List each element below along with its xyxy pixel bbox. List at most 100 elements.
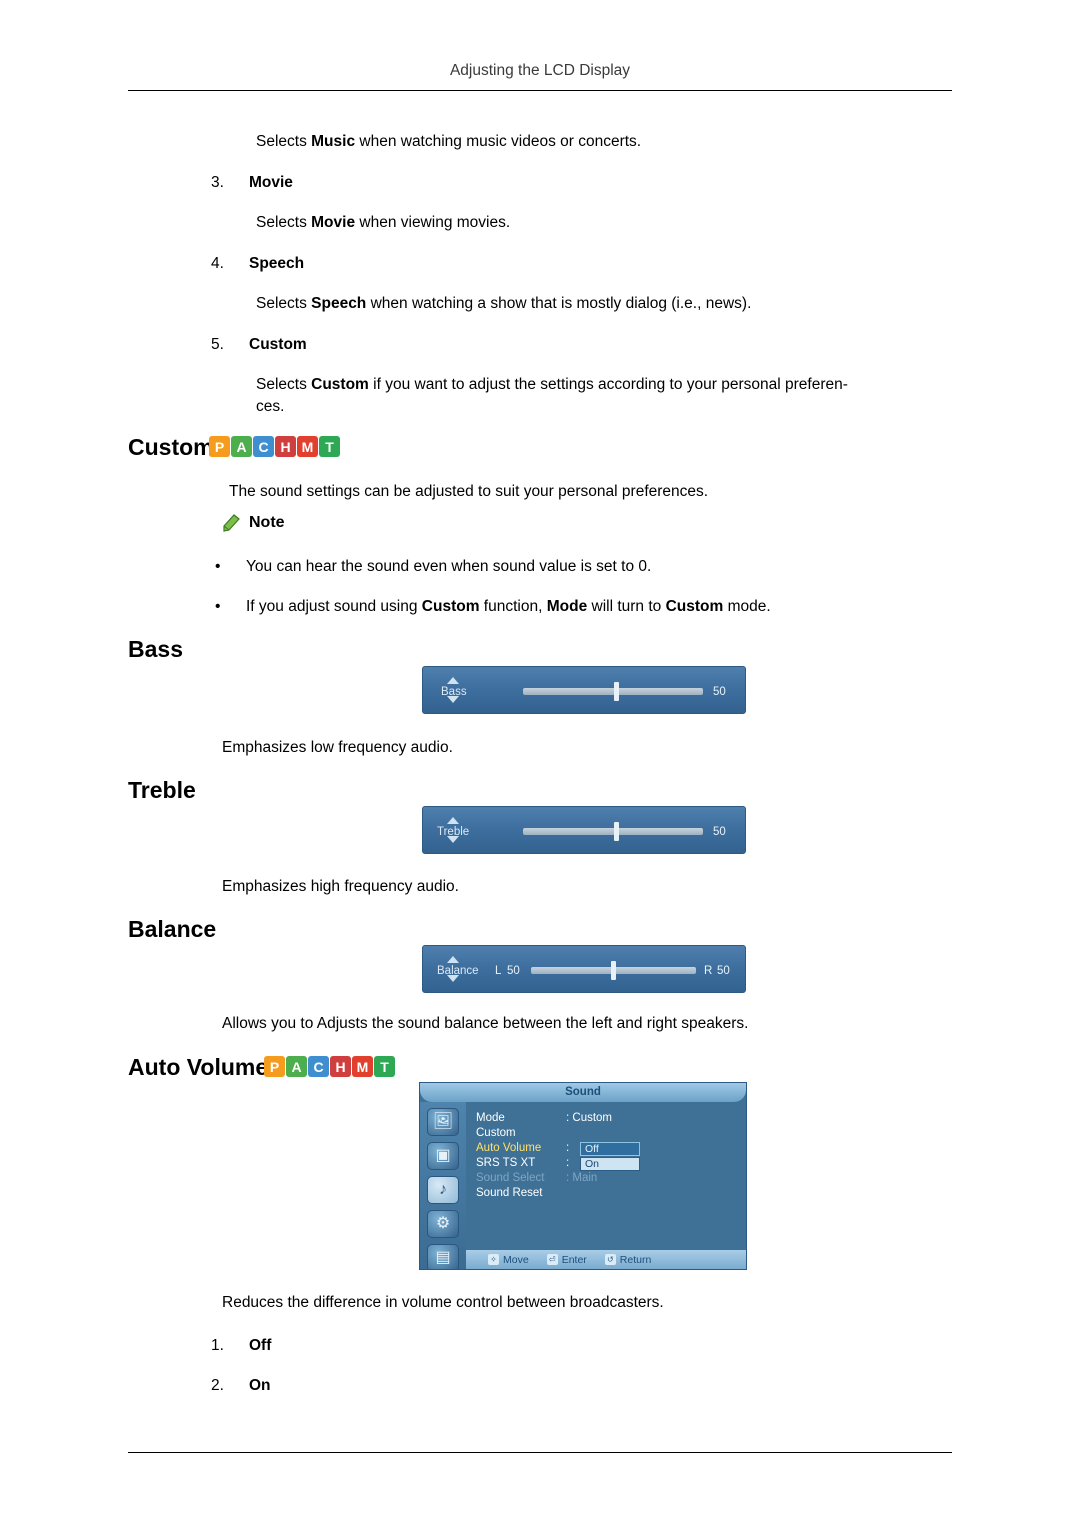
image-icon[interactable]: ▣	[427, 1142, 459, 1170]
osd-row-auto-volume[interactable]: Auto Volume : Off	[476, 1141, 742, 1156]
badge-c-2: C	[308, 1056, 329, 1077]
osd-footer-bar: ✧ Move ⏎ Enter ↺ Return	[466, 1250, 746, 1269]
balance-arrow-up-icon[interactable]	[447, 956, 459, 963]
treble-slider-track[interactable]	[523, 828, 703, 835]
osd-row-sound-reset-value	[566, 1186, 686, 1201]
balance-left-value: 50	[507, 965, 520, 977]
treble-caption: Emphasizes high frequency audio.	[222, 878, 459, 895]
osd-slider-treble[interactable]: Treble 50	[422, 806, 746, 854]
note-bullet-2-post: mode.	[723, 598, 771, 615]
osd-row-mode-value: : Custom	[566, 1112, 613, 1124]
osd-row-mode[interactable]: Mode : Custom	[476, 1111, 742, 1126]
osd-slider-bass[interactable]: Bass 50	[422, 666, 746, 714]
sound-icon[interactable]: ♪	[427, 1176, 459, 1204]
custom-section-body: The sound settings can be adjusted to su…	[229, 483, 709, 500]
sound-osd-menu[interactable]: Sound 🖼 ▣ ♪ ⚙ ▤ Mode : Custom Custom Aut…	[419, 1082, 747, 1270]
osd-row-sound-select-name: Sound Select	[476, 1172, 545, 1184]
treble-slider-label: Treble	[437, 826, 470, 838]
list-item-movie-label: Movie	[249, 174, 293, 191]
auto-volume-option-off: 1. Off	[211, 1335, 271, 1357]
note-bullet-2-mid2: will turn to	[587, 598, 666, 615]
speech-desc-bold: Speech	[311, 295, 367, 312]
osd-row-custom-name: Custom	[476, 1127, 516, 1139]
note-bullet-2-mid1: function,	[479, 598, 547, 615]
balance-right-value: 50	[717, 965, 730, 977]
osd-menu-title: Sound	[420, 1083, 746, 1102]
custom-desc-bold: Custom	[311, 376, 369, 393]
badge-h: H	[275, 436, 296, 457]
list-item-custom-label: Custom	[249, 336, 307, 353]
movie-desc-post: when viewing movies.	[355, 214, 511, 231]
music-description: Selects Music when watching music videos…	[256, 131, 956, 153]
note-icon	[222, 513, 242, 532]
badges-custom: P A C H M T	[209, 436, 340, 457]
custom-desc-post: if you want to adjust the settings accor…	[368, 376, 848, 393]
bullet-dot-2: •	[215, 598, 221, 615]
auto-volume-on-option[interactable]: On	[580, 1157, 640, 1171]
osd-icon-column: 🖼 ▣ ♪ ⚙ ▤	[420, 1102, 466, 1269]
bass-caption: Emphasizes low frequency audio.	[222, 739, 453, 756]
auto-volume-option-off-label: Off	[249, 1337, 272, 1354]
auto-volume-caption: Reduces the difference in volume control…	[222, 1294, 664, 1311]
osd-row-sound-select[interactable]: Sound Select : Main	[476, 1171, 742, 1186]
osd-row-custom-value	[566, 1126, 686, 1141]
balance-right-label: R	[704, 965, 713, 977]
list-item-speech-label: Speech	[249, 255, 305, 272]
section-title-auto-volume: Auto Volume	[128, 1054, 269, 1080]
osd-row-custom[interactable]: Custom	[476, 1126, 742, 1141]
osd-row-srs-ts-xt[interactable]: SRS TS XT : On	[476, 1156, 742, 1171]
note-block: Note	[222, 513, 285, 532]
bass-slider-knob[interactable]	[614, 682, 619, 701]
document-page: Adjusting the LCD Display Selects Music …	[0, 0, 1080, 1527]
movie-desc-pre: Selects	[256, 214, 312, 231]
balance-caption: Allows you to Adjusts the sound balance …	[222, 1015, 749, 1032]
section-title-balance: Balance	[128, 916, 217, 942]
osd-menu-rows: Mode : Custom Custom Auto Volume : Off S…	[476, 1111, 742, 1201]
note-bullet-2-b1: Custom	[421, 598, 480, 615]
page-header: Adjusting the LCD Display	[449, 62, 631, 79]
osd-row-sound-select-value: : Main	[566, 1172, 598, 1184]
osd-footer-move-label: Move	[503, 1253, 529, 1266]
bullet-dot: •	[215, 558, 221, 575]
auto-volume-off-option[interactable]: Off	[580, 1142, 640, 1156]
osd-footer-enter[interactable]: ⏎ Enter	[546, 1254, 587, 1266]
speech-desc-pre: Selects	[256, 295, 312, 312]
note-bullet-1: • You can hear the sound even when sound …	[215, 556, 955, 578]
header-divider	[128, 90, 952, 91]
list-item-movie: 3. Movie	[211, 172, 293, 194]
bass-slider-track[interactable]	[523, 688, 703, 695]
osd-row-sound-reset-name: Sound Reset	[476, 1187, 543, 1199]
badge-h-2: H	[330, 1056, 351, 1077]
auto-volume-option-on-label: On	[249, 1377, 271, 1394]
note-bullet-2-b2: Mode	[546, 598, 588, 615]
list-item-custom-number: 5.	[211, 336, 224, 353]
badge-a: A	[231, 436, 252, 457]
movie-desc-bold: Movie	[311, 214, 356, 231]
badge-a-2: A	[286, 1056, 307, 1077]
list-item-speech-number: 4.	[211, 255, 224, 272]
list-item-speech: 4. Speech	[211, 253, 304, 275]
list-item-movie-number: 3.	[211, 174, 224, 191]
bass-arrow-up-icon[interactable]	[447, 677, 459, 684]
osd-row-mode-name: Mode	[476, 1112, 505, 1124]
osd-row-sound-reset[interactable]: Sound Reset	[476, 1186, 742, 1201]
treble-slider-value: 50	[713, 826, 726, 838]
osd-footer-move[interactable]: ✧ Move	[488, 1254, 529, 1266]
section-title-treble: Treble	[128, 777, 196, 803]
picture-icon[interactable]: 🖼	[427, 1108, 459, 1136]
balance-slider-knob[interactable]	[611, 961, 616, 980]
custom-description: Selects Custom if you want to adjust the…	[256, 374, 956, 418]
bass-slider-value: 50	[713, 686, 726, 698]
treble-slider-knob[interactable]	[614, 822, 619, 841]
section-title-custom: Custom	[128, 434, 214, 460]
bass-slider-label: Bass	[441, 686, 467, 698]
setup-icon[interactable]: ⚙	[427, 1210, 459, 1238]
enter-icon: ⏎	[546, 1254, 558, 1265]
treble-arrow-up-icon[interactable]	[447, 817, 459, 824]
balance-left-label: L	[495, 965, 502, 977]
multi-control-icon[interactable]: ▤	[427, 1244, 459, 1269]
custom-desc-post2: ces.	[256, 398, 285, 415]
osd-footer-return[interactable]: ↺ Return	[604, 1254, 651, 1266]
note-bullet-1-text: You can hear the sound even when sound v…	[246, 558, 652, 575]
osd-slider-balance[interactable]: Balance L 50 R 50	[422, 945, 746, 993]
